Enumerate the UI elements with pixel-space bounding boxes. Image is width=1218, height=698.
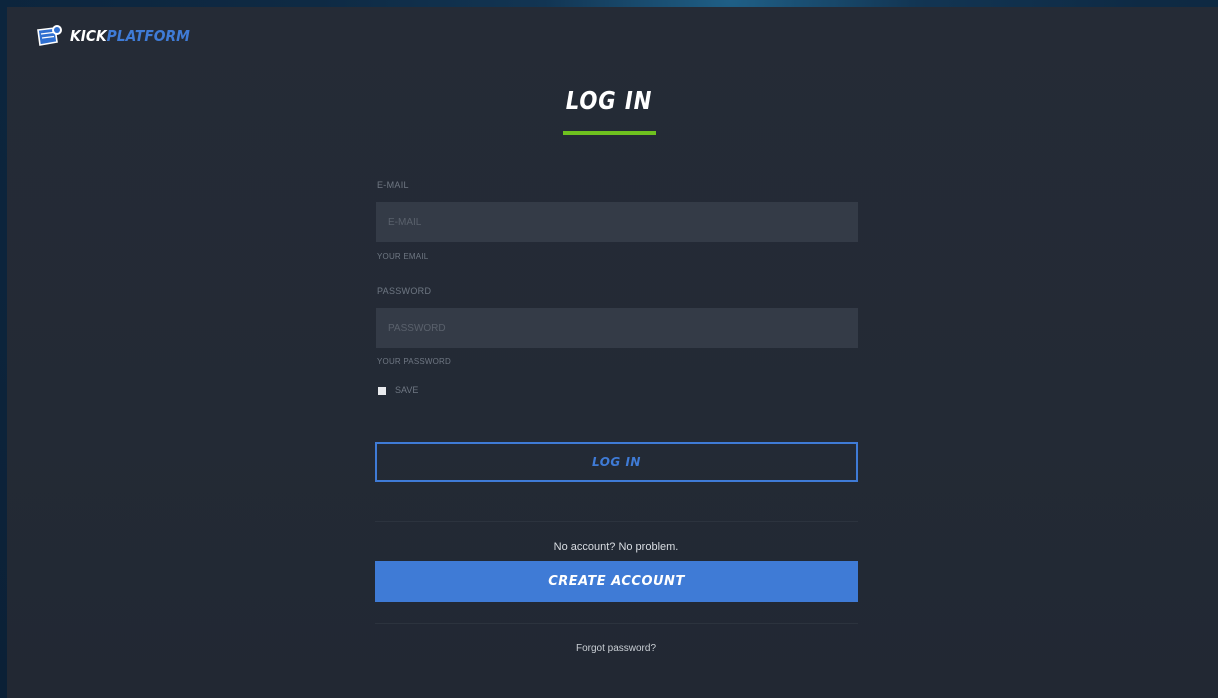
title-underline	[563, 131, 656, 135]
no-account-text: No account? No problem.	[553, 541, 679, 553]
save-checkbox[interactable]	[378, 387, 386, 395]
password-field[interactable]	[376, 308, 858, 348]
save-label[interactable]: SAVE	[395, 385, 418, 395]
brand-name-part1: KICK	[70, 27, 107, 45]
forgot-password-link[interactable]: Forgot password?	[0, 643, 1218, 654]
page-title: LOG IN	[565, 86, 653, 115]
kickplatform-logo-icon	[35, 24, 63, 48]
email-label: E-MAIL	[377, 180, 409, 190]
brand-name: KICKPLATFORM	[70, 27, 190, 45]
password-label: PASSWORD	[377, 286, 432, 296]
divider-top	[375, 521, 858, 522]
brand-logo[interactable]: KICKPLATFORM	[35, 22, 200, 50]
login-button[interactable]: LOG IN	[375, 442, 858, 482]
divider-bottom	[375, 623, 858, 624]
email-hint: YOUR EMAIL	[377, 252, 429, 261]
password-hint: YOUR PASSWORD	[377, 357, 452, 366]
background: KICKPLATFORM LOG IN E-MAIL YOUR EMAIL PA…	[0, 0, 1218, 698]
create-account-button[interactable]: CREATE ACCOUNT	[375, 561, 858, 602]
email-field[interactable]	[376, 202, 858, 242]
brand-name-part2: PLATFORM	[106, 27, 190, 45]
